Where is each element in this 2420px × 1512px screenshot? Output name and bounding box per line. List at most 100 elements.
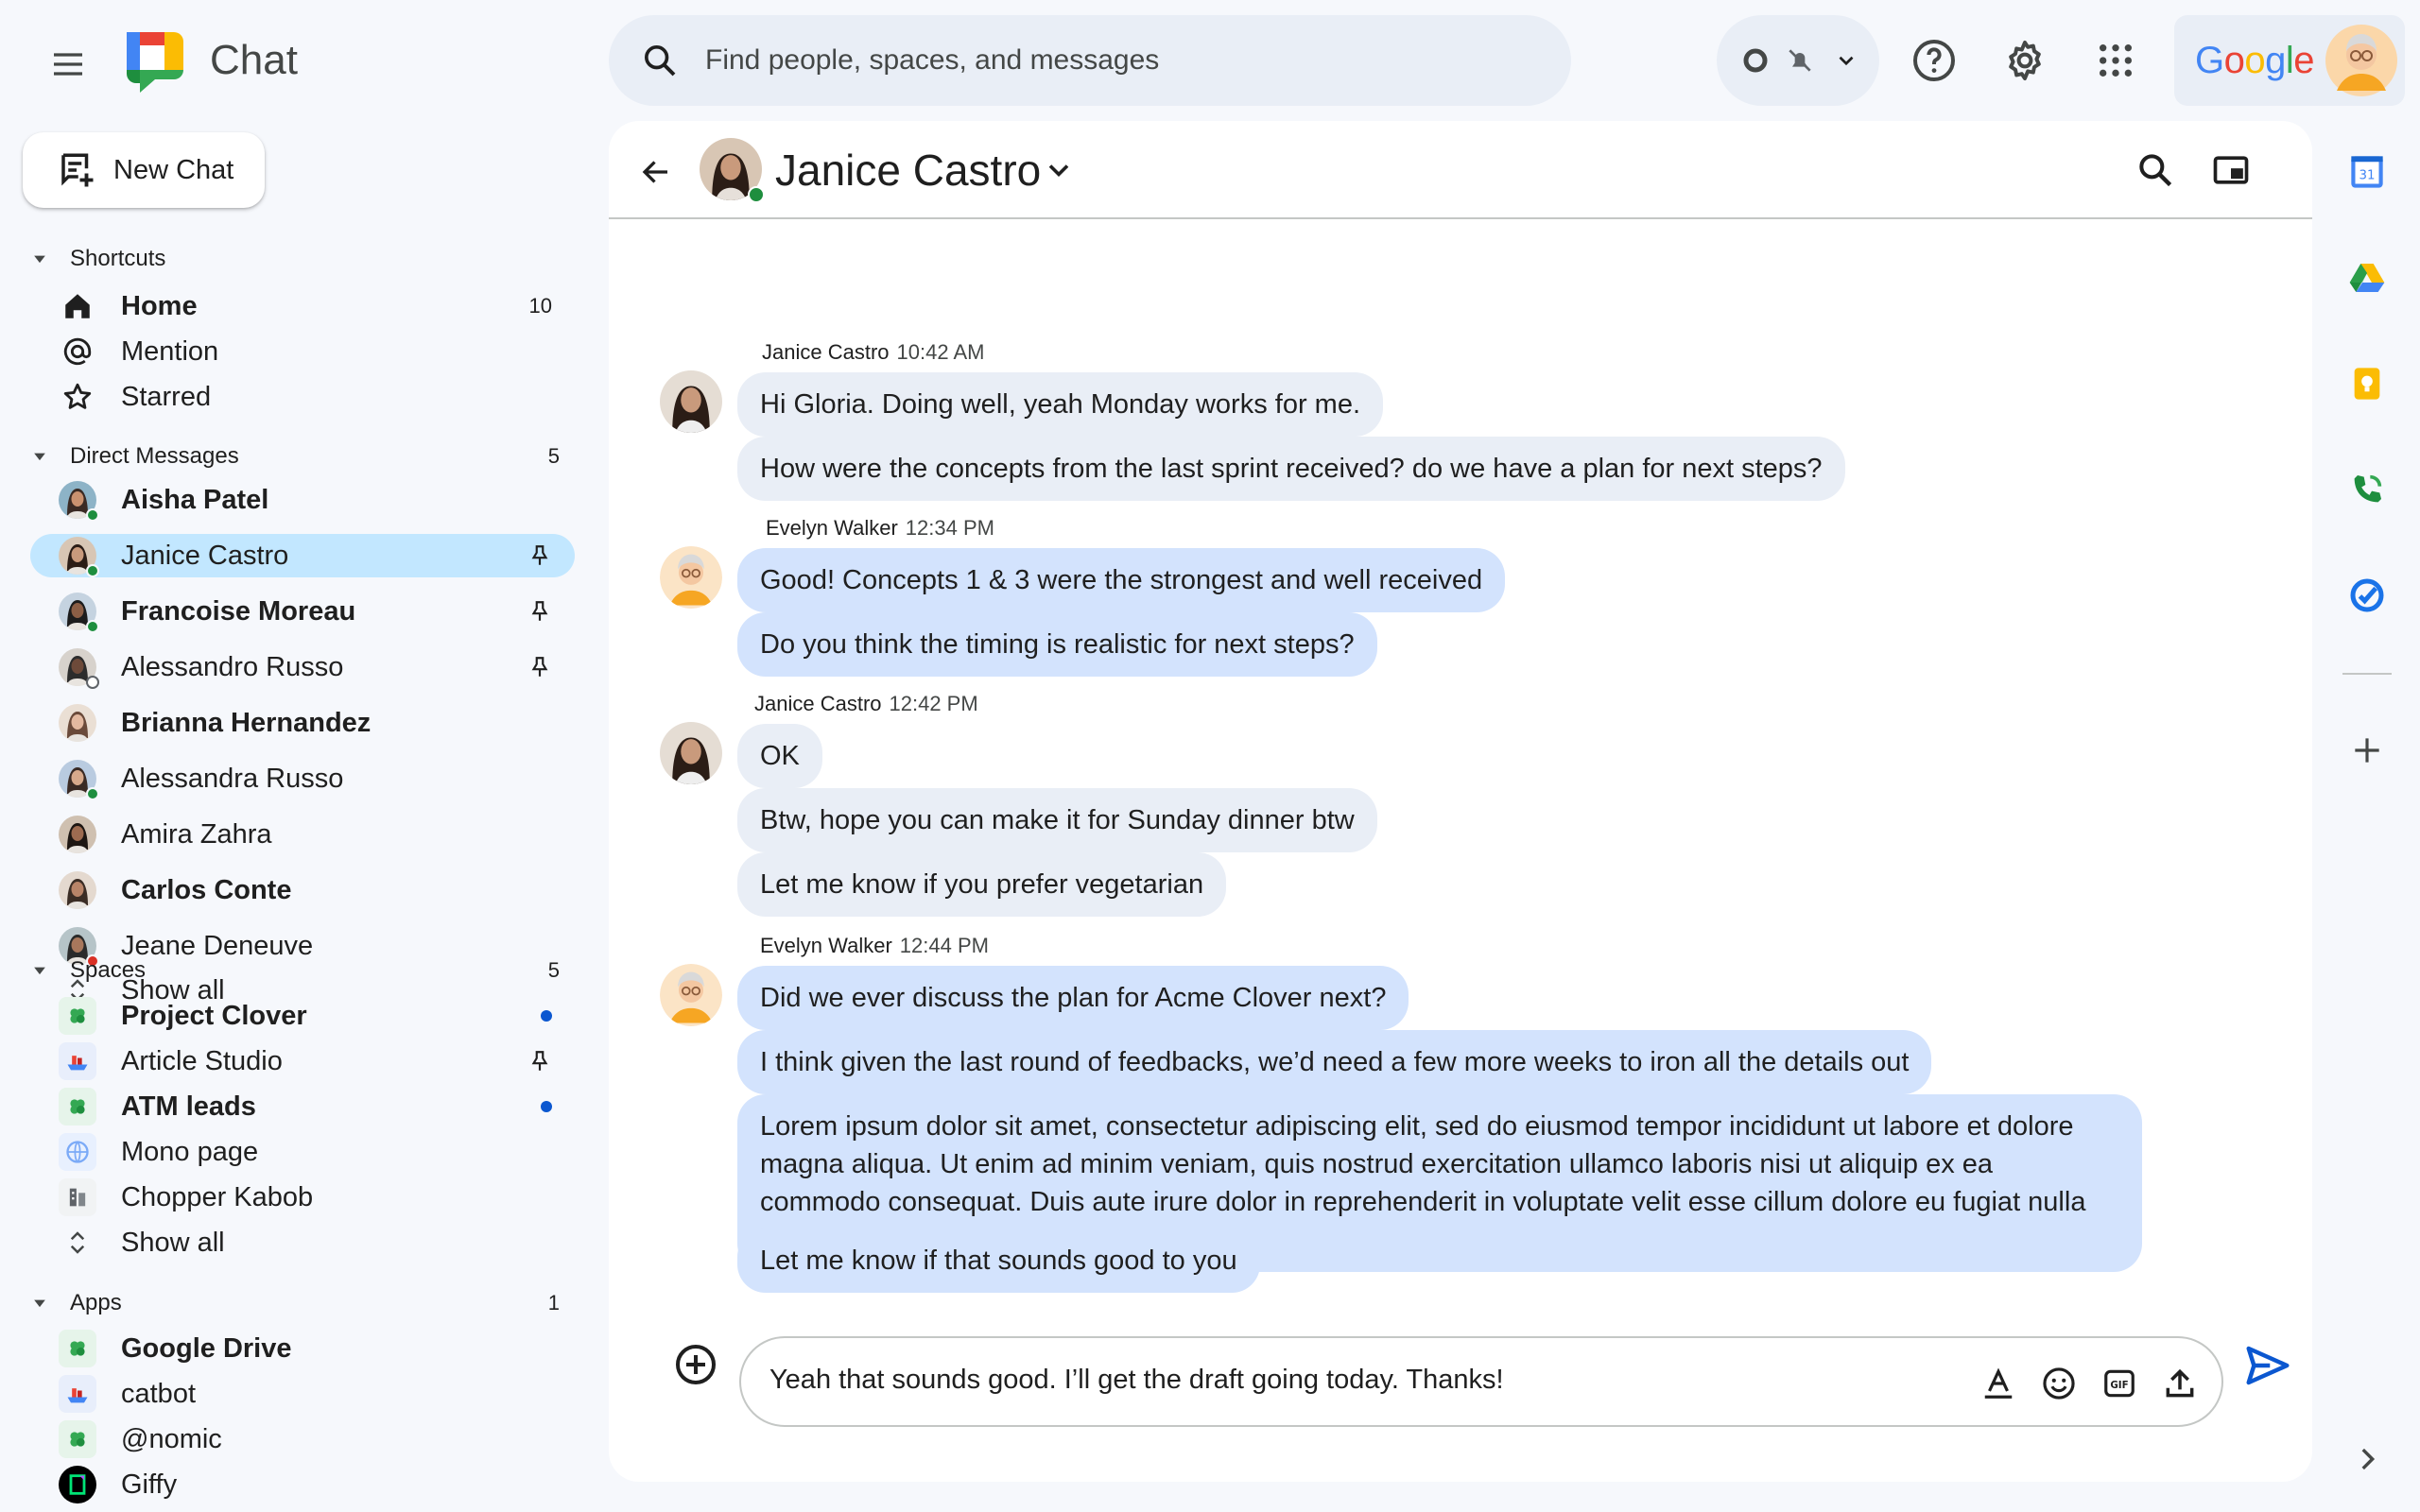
section-shortcuts[interactable]: Shortcuts — [30, 242, 560, 276]
format-text-button[interactable] — [1978, 1363, 2019, 1404]
sender-name[interactable]: Evelyn Walker — [760, 934, 892, 957]
message-bubble[interactable]: Do you think the timing is realistic for… — [737, 612, 1377, 677]
shortcut-mention[interactable]: Mention — [30, 330, 575, 373]
account-button[interactable]: Google — [2174, 15, 2405, 106]
main-menu-button[interactable] — [42, 38, 95, 91]
app-nomic[interactable]: @nomic — [30, 1418, 575, 1461]
space-article-studio[interactable]: Article Studio — [30, 1040, 575, 1083]
message-bubble[interactable]: Let me know if that sounds good to you — [737, 1228, 1260, 1293]
message-bubble[interactable]: Good! Concepts 1 & 3 were the strongest … — [737, 548, 1506, 612]
dm-francoise-moreau[interactable]: Francoise Moreau — [30, 590, 575, 633]
chevron-down-icon — [1839, 56, 1854, 66]
home-count: 10 — [528, 294, 552, 318]
shortcut-starred[interactable]: Starred — [30, 375, 575, 419]
expand-side-panel-button[interactable] — [2346, 1438, 2388, 1480]
send-icon[interactable] — [2242, 1340, 2293, 1391]
section-count: 5 — [547, 444, 560, 468]
search-in-conversation-icon[interactable] — [2135, 149, 2176, 191]
google-wordmark: Google — [2195, 40, 2315, 82]
open-in-pip-icon[interactable] — [2210, 149, 2252, 191]
section-count: 1 — [547, 1291, 560, 1314]
voice-app-button[interactable] — [2346, 469, 2388, 510]
emoji-button[interactable] — [2038, 1363, 2080, 1404]
keep-app-button[interactable] — [2346, 363, 2388, 404]
new-chat-label: New Chat — [113, 154, 234, 185]
hamburger-icon — [54, 53, 82, 76]
user-avatar — [2325, 25, 2397, 96]
chevron-down-icon[interactable] — [1042, 153, 1076, 187]
help-icon — [1913, 40, 1955, 81]
dm-brianna-hernandez[interactable]: Brianna Hernandez — [30, 701, 575, 745]
clover-icon — [59, 1420, 96, 1458]
section-spaces[interactable]: Spaces 5 — [30, 954, 560, 988]
search-bar[interactable]: Find people, spaces, and messages — [609, 15, 1571, 106]
get-add-ons-button[interactable] — [2346, 730, 2388, 771]
avatar — [59, 871, 96, 909]
nav-label: Amira Zahra — [121, 818, 272, 850]
space-chopper-kabob[interactable]: Chopper Kabob — [30, 1176, 575, 1219]
sender-avatar[interactable] — [660, 370, 722, 433]
add-attachment-icon[interactable] — [673, 1342, 718, 1387]
conversation-title[interactable]: Janice Castro — [775, 144, 1041, 197]
shortcut-home[interactable]: Home 10 — [30, 284, 575, 328]
message-composer[interactable]: Yeah that sounds good. I’ll get the draf… — [739, 1336, 2223, 1427]
avatar — [59, 537, 99, 577]
calendar-app-button[interactable]: 31 — [2346, 151, 2388, 193]
dm-aisha-patel[interactable]: Aisha Patel — [30, 478, 575, 522]
contact-avatar[interactable] — [700, 138, 765, 203]
conversation-header: Janice Castro — [609, 121, 2312, 219]
tasks-icon — [2350, 578, 2384, 612]
sender-avatar[interactable] — [660, 722, 722, 784]
tasks-app-button[interactable] — [2346, 575, 2388, 616]
avatar — [59, 593, 99, 633]
section-direct-messages[interactable]: Direct Messages 5 — [30, 439, 560, 473]
message-bubble[interactable]: How were the concepts from the last spri… — [737, 437, 1845, 501]
app-google-drive[interactable]: Google Drive — [30, 1327, 575, 1370]
presence-indicator — [86, 508, 99, 522]
space-project-clover[interactable]: Project Clover — [30, 994, 575, 1038]
new-chat-button[interactable]: New Chat — [23, 132, 265, 208]
nav-label: Show all — [121, 1227, 225, 1258]
help-button[interactable] — [1906, 32, 1962, 89]
sender-avatar[interactable] — [660, 546, 722, 609]
settings-button[interactable] — [1996, 32, 2053, 89]
dm-alessandra-russo[interactable]: Alessandra Russo — [30, 757, 575, 800]
message-header: Evelyn Walker 12:34 PM — [766, 516, 994, 541]
dm-amira-zahra[interactable]: Amira Zahra — [30, 813, 575, 856]
dm-janice-castro[interactable]: Janice Castro — [30, 534, 575, 577]
message-bubble[interactable]: Btw, hope you can make it for Sunday din… — [737, 788, 1377, 852]
at-sign-icon — [63, 337, 92, 366]
section-apps[interactable]: Apps 1 — [30, 1286, 560, 1320]
spaces-show-all[interactable]: Show all — [30, 1221, 575, 1264]
back-button[interactable] — [633, 149, 679, 195]
message-bubble[interactable]: Let me know if you prefer vegetarian — [737, 852, 1227, 917]
apps-launcher-button[interactable] — [2087, 32, 2144, 89]
gif-button[interactable]: GIF — [2099, 1363, 2140, 1404]
message-bubble[interactable]: Did we ever discuss the plan for Acme Cl… — [737, 966, 1409, 1030]
pin-icon — [531, 1051, 548, 1071]
app-catbot[interactable]: catbot — [30, 1372, 575, 1416]
bell-off-icon — [1789, 49, 1811, 72]
status-menu-button[interactable] — [1717, 15, 1879, 106]
sender-name[interactable]: Janice Castro — [754, 692, 882, 715]
gear-icon — [2009, 41, 2041, 80]
drive-app-button[interactable] — [2346, 257, 2388, 299]
sender-name[interactable]: Janice Castro — [762, 340, 890, 364]
message-bubble[interactable]: Hi Gloria. Doing well, yeah Monday works… — [737, 372, 1384, 437]
message-bubble[interactable]: I think given the last round of feedback… — [737, 1030, 1932, 1094]
unfold-icon — [70, 1231, 85, 1254]
presence-indicator — [86, 620, 99, 633]
dm-carlos-conte[interactable]: Carlos Conte — [30, 868, 575, 912]
upload-file-button[interactable] — [2159, 1363, 2201, 1404]
space-atm-leads[interactable]: ATM leads — [30, 1085, 575, 1128]
app-giffy[interactable]: Giffy — [30, 1463, 575, 1506]
dm-alessandro-russo[interactable]: Alessandro Russo — [30, 645, 575, 689]
composer-input[interactable]: Yeah that sounds good. I’ll get the draf… — [769, 1365, 1504, 1396]
space-mono-page[interactable]: Mono page — [30, 1130, 575, 1174]
arrow-back-icon — [642, 161, 667, 183]
app-title: Chat — [210, 37, 298, 83]
message-time: 12:34 PM — [905, 516, 994, 540]
message-bubble[interactable]: OK — [737, 724, 822, 788]
sender-avatar[interactable] — [660, 964, 722, 1026]
sender-name[interactable]: Evelyn Walker — [766, 516, 898, 540]
